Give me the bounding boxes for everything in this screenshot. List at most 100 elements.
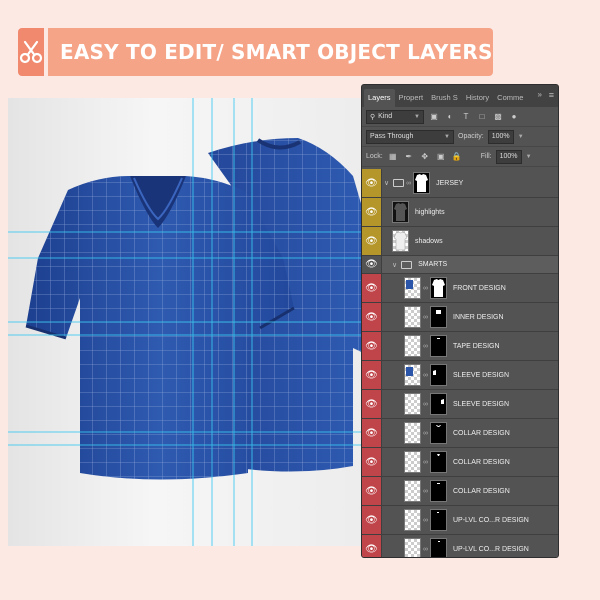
layer-row[interactable]: 👁 ∞ SLEEVE DESIGN [362, 361, 558, 390]
visibility-eye-icon[interactable]: 👁 [362, 361, 382, 389]
lock-label: Lock: [366, 153, 383, 160]
layer-thumbnail [404, 509, 421, 531]
link-icon: ∞ [423, 487, 428, 495]
panel-menu-icon[interactable]: ≡ [549, 90, 554, 100]
filter-smart-object-icon[interactable]: ▩ [492, 111, 504, 123]
tab-comments[interactable]: Comme [493, 89, 527, 107]
tab-properties[interactable]: Propert [395, 89, 428, 107]
layer-thumbnail [404, 480, 421, 502]
visibility-eye-icon[interactable]: 👁 [362, 227, 382, 255]
link-icon: ∞ [423, 371, 428, 379]
link-icon: ∞ [423, 284, 428, 292]
blend-mode-select[interactable]: Pass Through ▼ [366, 129, 454, 144]
document-canvas[interactable] [8, 98, 374, 546]
fill-input[interactable]: 100% [495, 149, 522, 164]
lock-brush-icon[interactable]: ✒ [403, 151, 415, 163]
folder-icon [401, 260, 413, 269]
filter-kind-select[interactable]: ⚲ Kind ▼ [366, 109, 424, 124]
lock-artboard-icon[interactable]: ▣ [435, 151, 447, 163]
layer-thumbnail [404, 422, 421, 444]
link-icon: ∞ [423, 545, 428, 553]
visibility-eye-icon[interactable]: 👁 [362, 303, 382, 331]
layer-name: SLEEVE DESIGN [453, 371, 510, 379]
layer-thumbnail [404, 364, 421, 386]
lock-move-icon[interactable]: ✥ [419, 151, 431, 163]
layer-mask-thumbnail [413, 172, 431, 194]
tab-history[interactable]: History [462, 89, 493, 107]
tab-brush-settings[interactable]: Brush S [427, 89, 462, 107]
opacity-label: Opacity: [458, 133, 484, 140]
layer-mask-thumbnail [430, 393, 447, 415]
layer-row[interactable]: 👁 highlights [362, 198, 558, 227]
visibility-eye-icon[interactable]: 👁 [362, 448, 382, 476]
layer-row[interactable]: 👁 ∞ FRONT DESIGN [362, 274, 558, 303]
layer-row[interactable]: 👁 ∞ COLLAR DESIGN [362, 477, 558, 506]
filter-shape-icon[interactable]: □ [476, 111, 488, 123]
visibility-eye-icon[interactable]: 👁 [362, 169, 382, 197]
panel-tabs: Layers Propert Brush S History Comme » ≡ [362, 85, 558, 107]
layer-row[interactable]: 👁 ∨ ∞ JERSEY [362, 169, 558, 198]
layer-name: TAPE DESIGN [453, 342, 500, 350]
layer-row[interactable]: 👁 ∞ UP-LVL CO...R DESIGN [362, 506, 558, 535]
link-icon: ∞ [423, 458, 428, 466]
chevron-down-icon: ▼ [444, 133, 450, 140]
layer-row[interactable]: 👁 ∞ SLEEVE DESIGN [362, 390, 558, 419]
layer-name: SLEEVE DESIGN [453, 400, 510, 408]
layer-row[interactable]: 👁 ∞ INNER DESIGN [362, 303, 558, 332]
layer-mask-thumbnail [430, 364, 447, 386]
layer-name: JERSEY [436, 179, 464, 187]
layer-thumbnail [404, 277, 421, 299]
layer-row[interactable]: 👁 shadows [362, 227, 558, 256]
visibility-eye-icon[interactable]: 👁 [362, 198, 382, 226]
visibility-eye-icon[interactable]: 👁 [362, 332, 382, 360]
lock-transparency-icon[interactable]: ▦ [387, 151, 399, 163]
layer-name: SMARTS [418, 261, 448, 268]
layer-list: 👁 ∨ ∞ JERSEY 👁 highlights 👁 shadows 👁 ∨ … [362, 169, 558, 557]
visibility-eye-icon[interactable]: 👁 [362, 256, 382, 273]
lock-all-icon[interactable]: 🔒 [451, 151, 463, 163]
more-tabs-icon[interactable]: » [538, 90, 542, 99]
visibility-eye-icon[interactable]: 👁 [362, 419, 382, 447]
filter-toggle-icon[interactable]: ● [508, 111, 520, 123]
visibility-eye-icon[interactable]: 👁 [362, 506, 382, 534]
visibility-eye-icon[interactable]: 👁 [362, 390, 382, 418]
layer-name: shadows [415, 237, 443, 245]
filter-type-icon[interactable]: T [460, 111, 472, 123]
blend-row: Pass Through ▼ Opacity: 100% ▼ [362, 127, 558, 147]
layer-row[interactable]: 👁 ∞ UP-LVL CO...R DESIGN [362, 535, 558, 557]
jersey-mockup [8, 98, 374, 546]
link-icon: ∞ [423, 342, 428, 350]
layer-mask-thumbnail [430, 538, 447, 557]
layer-name: UP-LVL CO...R DESIGN [453, 545, 529, 553]
chevron-down-icon: ▼ [414, 113, 420, 120]
layer-name: FRONT DESIGN [453, 284, 506, 292]
visibility-eye-icon[interactable]: 👁 [362, 535, 382, 557]
layer-row[interactable]: 👁 ∞ TAPE DESIGN [362, 332, 558, 361]
layer-mask-thumbnail [430, 277, 447, 299]
expand-arrow-icon[interactable]: ∨ [392, 261, 397, 269]
filter-pixel-icon[interactable]: ▣ [428, 111, 440, 123]
opacity-chevron-icon[interactable]: ▼ [518, 134, 524, 140]
banner-title: EASY TO EDIT/ SMART OBJECT LAYERS [48, 28, 493, 76]
fill-chevron-icon[interactable]: ▼ [526, 154, 532, 160]
layer-mask-thumbnail [430, 451, 447, 473]
link-icon: ∞ [423, 400, 428, 408]
layer-row[interactable]: 👁 ∨ SMARTS [362, 256, 558, 274]
layer-thumbnail [392, 230, 409, 252]
visibility-eye-icon[interactable]: 👁 [362, 274, 382, 302]
filter-adjustment-icon[interactable]: ◐ [444, 111, 456, 123]
layer-mask-thumbnail [430, 306, 447, 328]
layer-name: COLLAR DESIGN [453, 429, 510, 437]
expand-arrow-icon[interactable]: ∨ [384, 179, 389, 187]
banner: EASY TO EDIT/ SMART OBJECT LAYERS [18, 28, 493, 76]
layer-row[interactable]: 👁 ∞ COLLAR DESIGN [362, 419, 558, 448]
opacity-input[interactable]: 100% [487, 129, 514, 144]
layer-name: INNER DESIGN [453, 313, 504, 321]
visibility-eye-icon[interactable]: 👁 [362, 477, 382, 505]
layer-thumbnail [404, 538, 421, 557]
layer-row[interactable]: 👁 ∞ COLLAR DESIGN [362, 448, 558, 477]
tab-layers[interactable]: Layers [364, 89, 395, 107]
layer-thumbnail [404, 393, 421, 415]
layers-panel: Layers Propert Brush S History Comme » ≡… [361, 84, 559, 558]
filter-row: ⚲ Kind ▼ ▣ ◐ T □ ▩ ● [362, 107, 558, 127]
